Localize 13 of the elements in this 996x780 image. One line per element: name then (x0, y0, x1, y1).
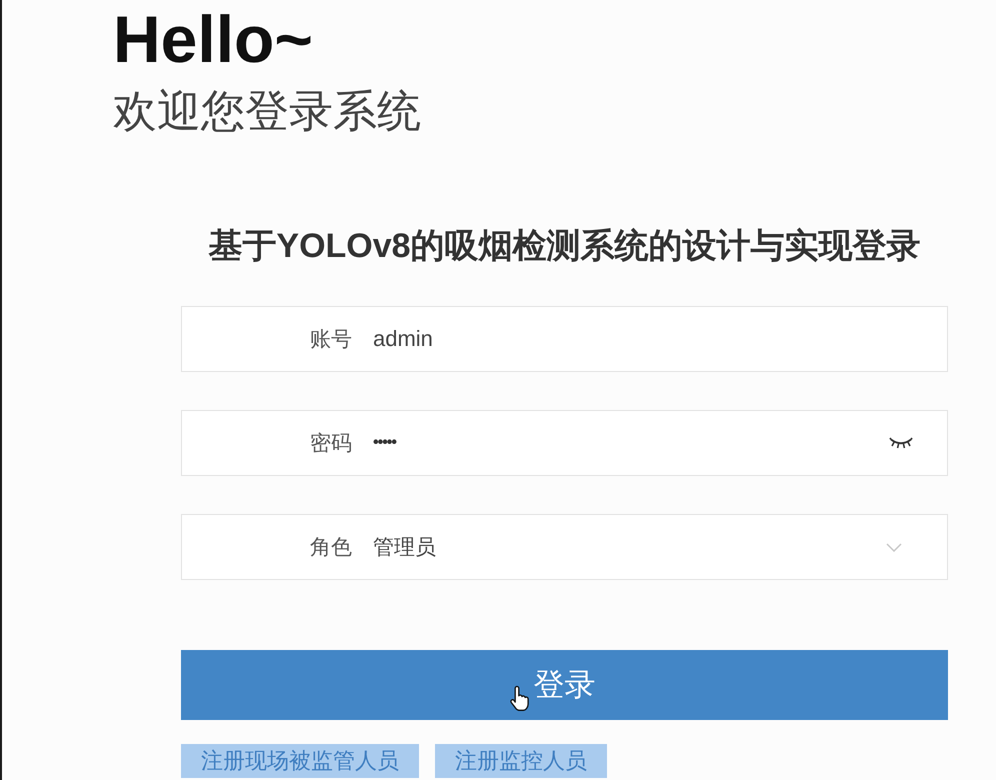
welcome-subtitle: 欢迎您登录系统 (113, 86, 422, 138)
field-label: 密码 (309, 430, 352, 457)
closed-eye-icon[interactable] (889, 437, 913, 449)
form-title: 基于YOLOv8的吸烟检测系统的设计与实现登录 (207, 226, 922, 267)
dropdown-field[interactable]: 角色 管理员 (181, 514, 948, 580)
greeting-title: Hello~ (113, 6, 314, 72)
text-field[interactable]: 账号 admin (181, 306, 948, 372)
login-button[interactable]: 登录 (181, 650, 948, 720)
password-field[interactable]: 密码 ••••• (181, 410, 948, 476)
chevron-down-icon (886, 542, 902, 552)
field-label: 账号 (309, 326, 352, 353)
field-label: 角色 (309, 534, 352, 561)
hand-cursor-icon (510, 685, 530, 713)
